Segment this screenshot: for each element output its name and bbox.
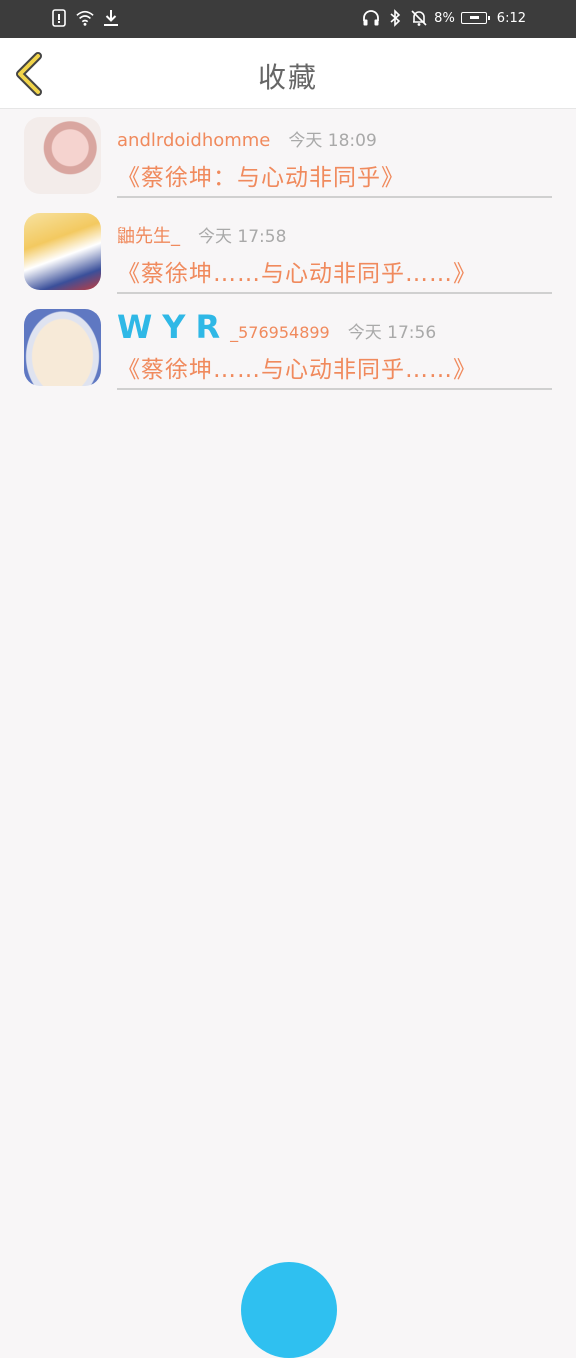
wifi-icon — [76, 10, 94, 26]
item-meta: 鼬先生_ 今天 17:58 — [117, 222, 286, 248]
headphones-icon — [363, 10, 380, 26]
divider — [117, 196, 552, 198]
divider — [117, 388, 552, 390]
floating-action-button[interactable] — [241, 1262, 337, 1358]
author-name[interactable]: 鼬先生_ — [117, 222, 180, 248]
page-title: 收藏 — [257, 61, 318, 94]
avatar[interactable] — [24, 309, 101, 386]
battery-percent: 8% — [434, 10, 455, 26]
item-title[interactable]: 《蔡徐坤……与心动非同乎……》 — [117, 350, 477, 384]
avatar[interactable] — [24, 117, 101, 194]
status-bar: 8% 6:12 — [0, 0, 576, 38]
timestamp: 今天 17:56 — [347, 323, 437, 343]
timestamp: 今天 18:09 — [288, 131, 377, 151]
bluetooth-icon — [390, 9, 401, 27]
item-title[interactable]: 《蔡徐坤……与心动非同乎……》 — [117, 254, 477, 288]
item-meta: WYR_576954899 今天 17:56 — [117, 308, 436, 346]
status-left-icons — [50, 9, 120, 27]
battery-icon — [460, 12, 490, 24]
author-name-brand: WYR — [117, 308, 231, 346]
author-name[interactable]: andlrdoidhomme — [117, 130, 270, 151]
top-bar: 收藏 — [0, 38, 576, 109]
author-name-suffix: _576954899 — [230, 323, 330, 342]
author-name[interactable]: WYR_576954899 — [117, 308, 330, 346]
favorites-list: andlrdoidhomme 今天 18:09 《蔡徐坤：与心动非同乎》 鼬先生… — [0, 108, 576, 396]
avatar[interactable] — [24, 213, 101, 290]
list-item[interactable]: 鼬先生_ 今天 17:58 《蔡徐坤……与心动非同乎……》 — [0, 204, 576, 300]
timestamp: 今天 17:58 — [198, 227, 287, 247]
download-icon — [104, 10, 118, 26]
sim-alert-icon — [52, 9, 66, 27]
status-time: 6:12 — [496, 10, 526, 26]
notifications-off-icon — [411, 10, 427, 26]
list-item[interactable]: andlrdoidhomme 今天 18:09 《蔡徐坤：与心动非同乎》 — [0, 108, 576, 204]
status-right-icons: 8% 6:12 — [362, 9, 526, 27]
divider — [117, 292, 552, 294]
item-title[interactable]: 《蔡徐坤：与心动非同乎》 — [117, 158, 405, 192]
item-meta: andlrdoidhomme 今天 18:09 — [117, 126, 377, 151]
list-item[interactable]: WYR_576954899 今天 17:56 《蔡徐坤……与心动非同乎……》 — [0, 300, 576, 396]
